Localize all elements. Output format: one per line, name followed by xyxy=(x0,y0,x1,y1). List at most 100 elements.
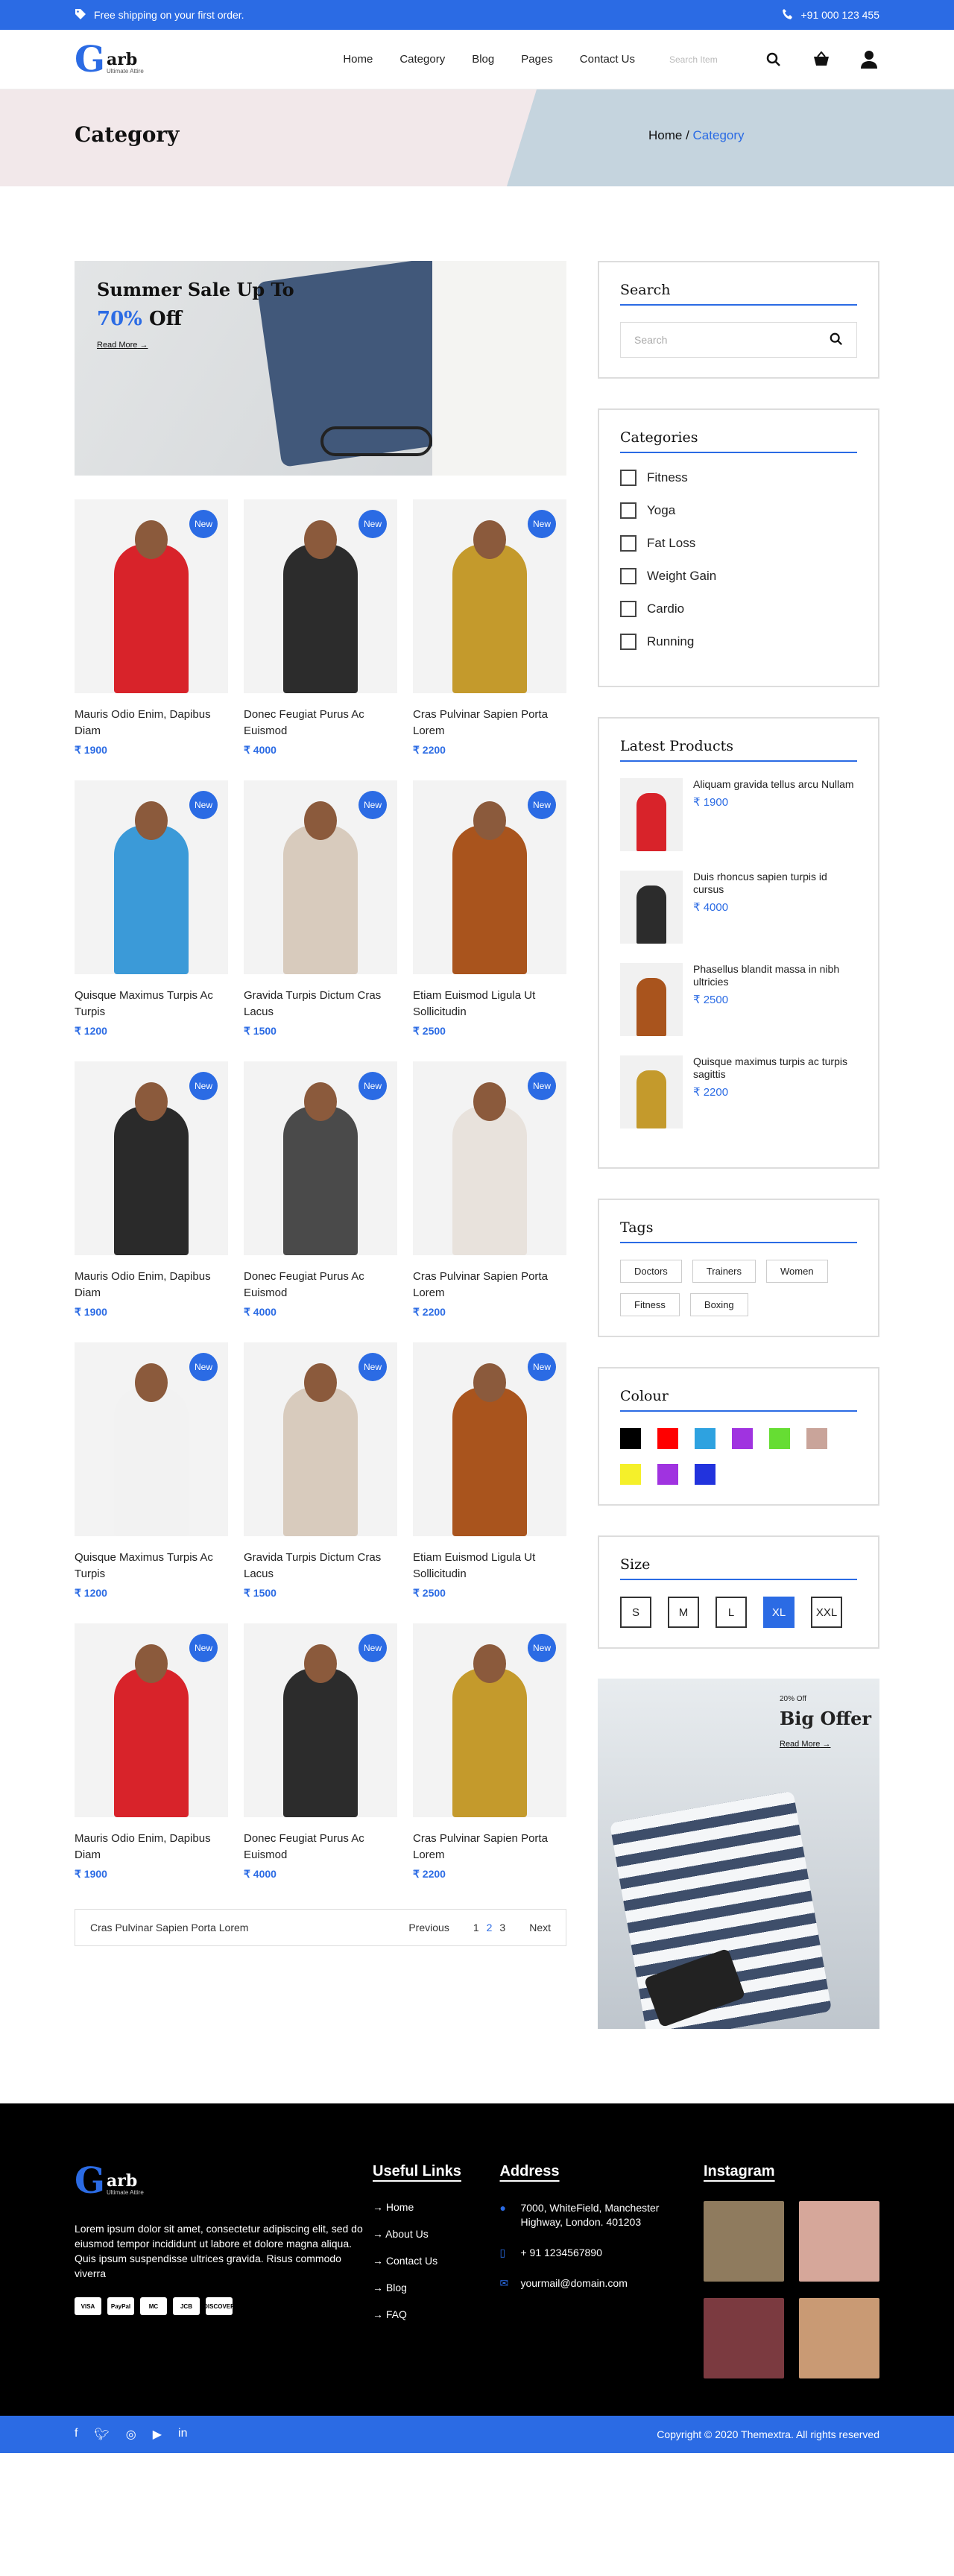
category-item[interactable]: Fat Loss xyxy=(620,535,857,552)
phone-number[interactable]: +91 000 123 455 xyxy=(801,9,880,21)
product-name[interactable]: Cras Pulvinar Sapien Porta Lorem xyxy=(413,1269,566,1301)
colour-swatch[interactable] xyxy=(769,1428,790,1449)
product-card[interactable]: New Etiam Euismod Ligula Ut Sollicitudin ₹… xyxy=(413,1342,566,1600)
product-card[interactable]: New Mauris Odio Enim, Dapibus Diam ₹ 1900 xyxy=(75,1061,228,1319)
product-image[interactable]: New xyxy=(75,1342,228,1536)
page-2[interactable]: 2 xyxy=(487,1922,493,1933)
product-name[interactable]: Etiam Euismod Ligula Ut Sollicitudin xyxy=(413,1550,566,1582)
tag-chip[interactable]: Trainers xyxy=(692,1260,756,1283)
latest-product-item[interactable]: Phasellus blandit massa in nibh ultricie… xyxy=(620,963,857,1036)
next-button[interactable]: Next xyxy=(529,1922,551,1933)
header-search-input[interactable]: Search Item xyxy=(669,54,736,65)
latest-product-item[interactable]: Quisque maximus turpis ac turpis sagitti… xyxy=(620,1055,857,1128)
footer-logo[interactable]: G arb Ultimate Attire xyxy=(75,2163,373,2199)
product-card[interactable]: New Etiam Euismod Ligula Ut Sollicitudin ₹… xyxy=(413,780,566,1038)
offer-read-more-link[interactable]: Read More → xyxy=(780,1740,830,1749)
product-card[interactable]: New Donec Feugiat Purus Ac Euismod ₹ 4000 xyxy=(244,1623,397,1881)
previous-button[interactable]: Previous xyxy=(408,1922,449,1933)
logo[interactable]: G arb Ultimate Attire xyxy=(75,42,144,78)
category-checkbox[interactable] xyxy=(620,568,636,584)
nav-contact[interactable]: Contact Us xyxy=(580,53,635,66)
product-image[interactable]: New xyxy=(244,1342,397,1536)
latest-product-name[interactable]: Quisque maximus turpis ac turpis sagitti… xyxy=(693,1055,857,1081)
product-image[interactable]: New xyxy=(244,780,397,974)
product-card[interactable]: New Cras Pulvinar Sapien Porta Lorem ₹ 220… xyxy=(413,1623,566,1881)
nav-category[interactable]: Category xyxy=(399,53,445,66)
product-card[interactable]: New Quisque Maximus Turpis Ac Turpis ₹ 120… xyxy=(75,780,228,1038)
product-name[interactable]: Quisque Maximus Turpis Ac Turpis xyxy=(75,1550,228,1582)
promo-read-more-link[interactable]: Read More → xyxy=(97,341,148,350)
size-option[interactable]: XXL xyxy=(811,1597,842,1628)
sidebar-search-input[interactable]: Search xyxy=(620,322,857,358)
product-image[interactable]: New xyxy=(244,1623,397,1817)
instagram-photo[interactable] xyxy=(799,2298,879,2378)
product-card[interactable]: New Mauris Odio Enim, Dapibus Diam ₹ 1900 xyxy=(75,1623,228,1881)
category-checkbox[interactable] xyxy=(620,601,636,617)
product-name[interactable]: Donec Feugiat Purus Ac Euismod xyxy=(244,707,397,739)
latest-product-name[interactable]: Duis rhoncus sapien turpis id cursus xyxy=(693,871,857,896)
user-icon[interactable] xyxy=(859,49,879,70)
footer-link[interactable]: → Home xyxy=(373,2201,499,2213)
latest-product-thumb[interactable] xyxy=(620,778,683,851)
product-card[interactable]: New Donec Feugiat Purus Ac Euismod ₹ 4000 xyxy=(244,1061,397,1319)
product-name[interactable]: Cras Pulvinar Sapien Porta Lorem xyxy=(413,707,566,739)
size-option[interactable]: M xyxy=(668,1597,699,1628)
category-checkbox[interactable] xyxy=(620,634,636,650)
product-image[interactable]: New xyxy=(413,1061,566,1255)
footer-link[interactable]: → FAQ xyxy=(373,2308,499,2320)
nav-pages[interactable]: Pages xyxy=(521,53,553,66)
product-image[interactable]: New xyxy=(75,1623,228,1817)
product-image[interactable]: New xyxy=(413,1623,566,1817)
nav-home[interactable]: Home xyxy=(343,53,373,66)
instagram-icon[interactable]: ◎ xyxy=(126,2427,136,2442)
product-image[interactable]: New xyxy=(244,499,397,693)
colour-swatch[interactable] xyxy=(732,1428,753,1449)
instagram-photo[interactable] xyxy=(704,2201,784,2282)
colour-swatch[interactable] xyxy=(806,1428,827,1449)
footer-email[interactable]: yourmail@domain.com xyxy=(520,2276,627,2291)
product-name[interactable]: Cras Pulvinar Sapien Porta Lorem xyxy=(413,1831,566,1863)
colour-swatch[interactable] xyxy=(620,1428,641,1449)
product-name[interactable]: Gravida Turpis Dictum Cras Lacus xyxy=(244,1550,397,1582)
product-image[interactable]: New xyxy=(413,1342,566,1536)
footer-link[interactable]: → About Us xyxy=(373,2228,499,2240)
breadcrumb-home[interactable]: Home xyxy=(648,128,682,142)
colour-swatch[interactable] xyxy=(695,1428,716,1449)
size-option[interactable]: S xyxy=(620,1597,651,1628)
product-image[interactable]: New xyxy=(75,780,228,974)
size-option[interactable]: XL xyxy=(763,1597,795,1628)
product-card[interactable]: New Donec Feugiat Purus Ac Euismod ₹ 4000 xyxy=(244,499,397,757)
colour-swatch[interactable] xyxy=(695,1464,716,1485)
latest-product-name[interactable]: Phasellus blandit massa in nibh ultricie… xyxy=(693,963,857,988)
product-image[interactable]: New xyxy=(244,1061,397,1255)
product-card[interactable]: New Gravida Turpis Dictum Cras Lacus ₹ 150… xyxy=(244,1342,397,1600)
latest-product-item[interactable]: Aliquam gravida tellus arcu Nullam ₹ 1900 xyxy=(620,778,857,851)
latest-product-thumb[interactable] xyxy=(620,1055,683,1128)
youtube-icon[interactable]: ▶ xyxy=(153,2427,162,2442)
category-item[interactable]: Fitness xyxy=(620,470,857,486)
product-image[interactable]: New xyxy=(413,780,566,974)
latest-product-thumb[interactable] xyxy=(620,963,683,1036)
product-card[interactable]: New Gravida Turpis Dictum Cras Lacus ₹ 150… xyxy=(244,780,397,1038)
instagram-photo[interactable] xyxy=(704,2298,784,2378)
category-item[interactable]: Cardio xyxy=(620,601,857,617)
product-card[interactable]: New Cras Pulvinar Sapien Porta Lorem ₹ 220… xyxy=(413,499,566,757)
promo-banner[interactable]: Summer Sale Up To 70% Off Read More → xyxy=(75,261,566,476)
category-checkbox[interactable] xyxy=(620,470,636,486)
product-name[interactable]: Etiam Euismod Ligula Ut Sollicitudin xyxy=(413,988,566,1020)
footer-phone[interactable]: + 91 1234567890 xyxy=(520,2246,601,2260)
product-name[interactable]: Gravida Turpis Dictum Cras Lacus xyxy=(244,988,397,1020)
page-3[interactable]: 3 xyxy=(499,1922,505,1933)
product-card[interactable]: New Quisque Maximus Turpis Ac Turpis ₹ 120… xyxy=(75,1342,228,1600)
category-item[interactable]: Yoga xyxy=(620,502,857,519)
product-image[interactable]: New xyxy=(413,499,566,693)
product-card[interactable]: New Mauris Odio Enim, Dapibus Diam ₹ 1900 xyxy=(75,499,228,757)
tag-chip[interactable]: Doctors xyxy=(620,1260,682,1283)
search-icon[interactable] xyxy=(763,49,784,70)
product-name[interactable]: Mauris Odio Enim, Dapibus Diam xyxy=(75,1269,228,1301)
sidebar-search-icon[interactable] xyxy=(830,332,843,348)
cart-icon[interactable] xyxy=(811,49,832,70)
product-name[interactable]: Donec Feugiat Purus Ac Euismod xyxy=(244,1269,397,1301)
product-name[interactable]: Quisque Maximus Turpis Ac Turpis xyxy=(75,988,228,1020)
tag-chip[interactable]: Fitness xyxy=(620,1293,680,1316)
